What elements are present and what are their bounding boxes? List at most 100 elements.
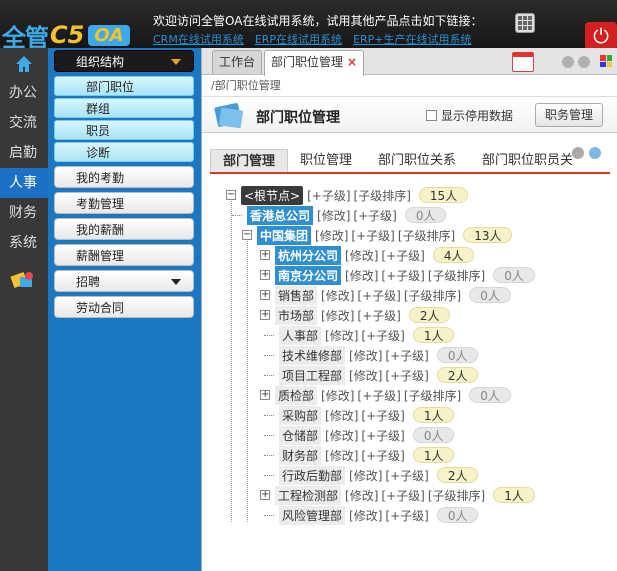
expand-icon[interactable]: + (260, 490, 270, 500)
op-add-child[interactable]: [+子级] (385, 367, 428, 384)
op-edit[interactable]: [修改] (317, 207, 350, 224)
windows-icon[interactable] (600, 55, 612, 67)
nav-office[interactable]: 办公 (0, 78, 48, 108)
tree-node[interactable]: 人事部 (279, 325, 322, 345)
op-edit[interactable]: [修改] (349, 367, 382, 384)
op-edit[interactable]: [修改] (321, 307, 354, 324)
op-sort-children[interactable]: [子级排序] (398, 227, 455, 244)
op-add-child[interactable]: [+子级] (351, 227, 394, 244)
tree-node-root[interactable]: <根节点> (241, 185, 304, 205)
submodule-diagnose[interactable]: 诊断 (54, 142, 194, 162)
collapse-icon[interactable]: − (242, 230, 252, 240)
expand-icon[interactable]: + (260, 310, 270, 320)
module-attendance-mgmt[interactable]: 考勤管理 (54, 192, 194, 214)
tree-node[interactable]: 中国集团 (257, 225, 312, 245)
subtab-prev-icon[interactable] (572, 147, 584, 159)
tree-node[interactable]: 采购部 (279, 405, 322, 425)
tree-node[interactable]: 销售部 (275, 285, 318, 305)
link-erp[interactable]: ERP在线试用系统 (255, 31, 342, 47)
op-add-child[interactable]: [+子级] (361, 427, 404, 444)
tree-node[interactable]: 风险管理部 (279, 505, 346, 525)
tree-node[interactable]: 香港总公司 (247, 205, 314, 225)
expand-icon[interactable]: + (260, 390, 270, 400)
op-sort-children[interactable]: [子级排序] (428, 267, 485, 284)
submodule-dept-position[interactable]: 部门职位 (54, 76, 194, 96)
subtab-dept-mgmt[interactable]: 部门管理 (210, 149, 289, 172)
op-sort-children[interactable]: [子级排序] (404, 387, 461, 404)
subtab-dept-position-relation[interactable]: 部门职位关系 (366, 149, 468, 172)
calendar-icon[interactable] (512, 52, 534, 72)
module-my-salary[interactable]: 我的薪酬 (54, 218, 194, 240)
nav-hr[interactable]: 人事 (0, 168, 48, 198)
tree-node[interactable]: 技术维修部 (279, 345, 346, 365)
op-edit[interactable]: [修改] (345, 267, 378, 284)
link-crm[interactable]: CRM在线试用系统 (153, 31, 244, 47)
op-sort-children[interactable]: [子级排序] (354, 187, 411, 204)
subtab-dept-position-staff[interactable]: 部门职位职员关 (470, 149, 585, 172)
op-add-child[interactable]: [+子级] (307, 187, 350, 204)
op-add-child[interactable]: [+子级] (361, 447, 404, 464)
module-org-structure[interactable]: 组织结构 (54, 50, 194, 72)
collapse-icon[interactable]: − (226, 190, 236, 200)
op-edit[interactable]: [修改] (321, 287, 354, 304)
tree-node[interactable]: 杭州分公司 (275, 245, 342, 265)
op-edit[interactable]: [修改] (315, 227, 348, 244)
op-add-child[interactable]: [+子级] (361, 407, 404, 424)
op-add-child[interactable]: [+子级] (357, 287, 400, 304)
module-my-attendance[interactable]: 我的考勤 (54, 166, 194, 188)
expand-icon[interactable]: + (260, 270, 270, 280)
subtab-position-mgmt[interactable]: 职位管理 (288, 149, 364, 172)
duty-management-button[interactable]: 职务管理 (535, 103, 603, 127)
op-add-child[interactable]: [+子级] (385, 347, 428, 364)
toolbox-icon[interactable] (10, 268, 36, 292)
subtab-next-icon[interactable] (589, 147, 601, 159)
close-icon[interactable]: × (347, 55, 357, 69)
op-add-child[interactable]: [+子级] (353, 207, 396, 224)
nav-system[interactable]: 系统 (0, 228, 48, 258)
show-disabled-toggle[interactable]: 显示停用数据 (426, 107, 513, 124)
op-edit[interactable]: [修改] (325, 447, 358, 464)
tree-node[interactable]: 工程检测部 (275, 485, 342, 505)
nav-finance[interactable]: 财务 (0, 198, 48, 228)
op-add-child[interactable]: [+子级] (385, 467, 428, 484)
op-edit[interactable]: [修改] (325, 407, 358, 424)
op-edit[interactable]: [修改] (349, 467, 382, 484)
nav-communication[interactable]: 交流 (0, 108, 48, 138)
submodule-staff[interactable]: 职员 (54, 120, 194, 140)
tab-workbench[interactable]: 工作台 (212, 50, 263, 74)
tab-dept-position[interactable]: 部门职位管理 × (264, 50, 365, 76)
scroll-right-icon[interactable] (578, 56, 590, 68)
op-add-child[interactable]: [+子级] (361, 327, 404, 344)
submodule-group[interactable]: 群组 (54, 98, 194, 118)
op-add-child[interactable]: [+子级] (357, 307, 400, 324)
expand-icon[interactable]: + (260, 250, 270, 260)
power-icon[interactable]: ⏻ (585, 22, 617, 50)
op-edit[interactable]: [修改] (349, 347, 382, 364)
op-add-child[interactable]: [+子级] (381, 247, 424, 264)
calculator-icon[interactable] (515, 13, 535, 33)
op-add-child[interactable]: [+子级] (357, 387, 400, 404)
op-edit[interactable]: [修改] (321, 387, 354, 404)
op-sort-children[interactable]: [子级排序] (404, 287, 461, 304)
home-icon[interactable] (0, 50, 48, 78)
module-recruitment[interactable]: 招聘 (54, 270, 194, 292)
op-add-child[interactable]: [+子级] (381, 487, 424, 504)
link-erp-production[interactable]: ERP+生产在线试用系统 (353, 31, 471, 47)
module-labor-contract[interactable]: 劳动合同 (54, 296, 194, 318)
op-sort-children[interactable]: [子级排序] (428, 487, 485, 504)
tree-node[interactable]: 财务部 (279, 445, 322, 465)
expand-icon[interactable]: + (260, 290, 270, 300)
op-edit[interactable]: [修改] (325, 427, 358, 444)
op-add-child[interactable]: [+子级] (385, 507, 428, 524)
tree-node[interactable]: 项目工程部 (279, 365, 346, 385)
tree-node[interactable]: 仓储部 (279, 425, 322, 445)
op-edit[interactable]: [修改] (349, 507, 382, 524)
op-add-child[interactable]: [+子级] (381, 267, 424, 284)
nav-workflow[interactable]: 启勤 (0, 138, 48, 168)
show-disabled-checkbox[interactable] (426, 110, 437, 121)
tree-node[interactable]: 市场部 (275, 305, 318, 325)
op-edit[interactable]: [修改] (345, 487, 378, 504)
op-edit[interactable]: [修改] (325, 327, 358, 344)
tree-node[interactable]: 南京分公司 (275, 265, 342, 285)
tree-node[interactable]: 质检部 (275, 385, 318, 405)
